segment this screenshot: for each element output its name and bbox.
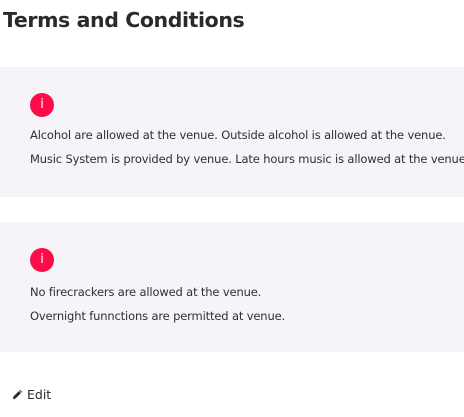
terms-text: Music System is provided by venue. Late … xyxy=(30,152,464,166)
terms-text: Overnight funnctions are permitted at ve… xyxy=(30,309,286,323)
terms-page: Terms and Conditions i Alcohol are allow… xyxy=(0,0,464,417)
terms-text: No firecrackers are allowed at the venue… xyxy=(30,285,262,299)
edit-button[interactable]: Edit xyxy=(12,387,51,402)
terms-text: Alcohol are allowed at the venue. Outsid… xyxy=(30,128,446,142)
terms-card: i Alcohol are allowed at the venue. Outs… xyxy=(0,67,464,197)
info-icon: i xyxy=(30,248,54,272)
edit-label: Edit xyxy=(27,387,52,402)
page-title: Terms and Conditions xyxy=(3,8,245,32)
terms-card: i No firecrackers are allowed at the ven… xyxy=(0,222,464,352)
pencil-icon xyxy=(12,389,23,400)
info-icon: i xyxy=(30,93,54,117)
